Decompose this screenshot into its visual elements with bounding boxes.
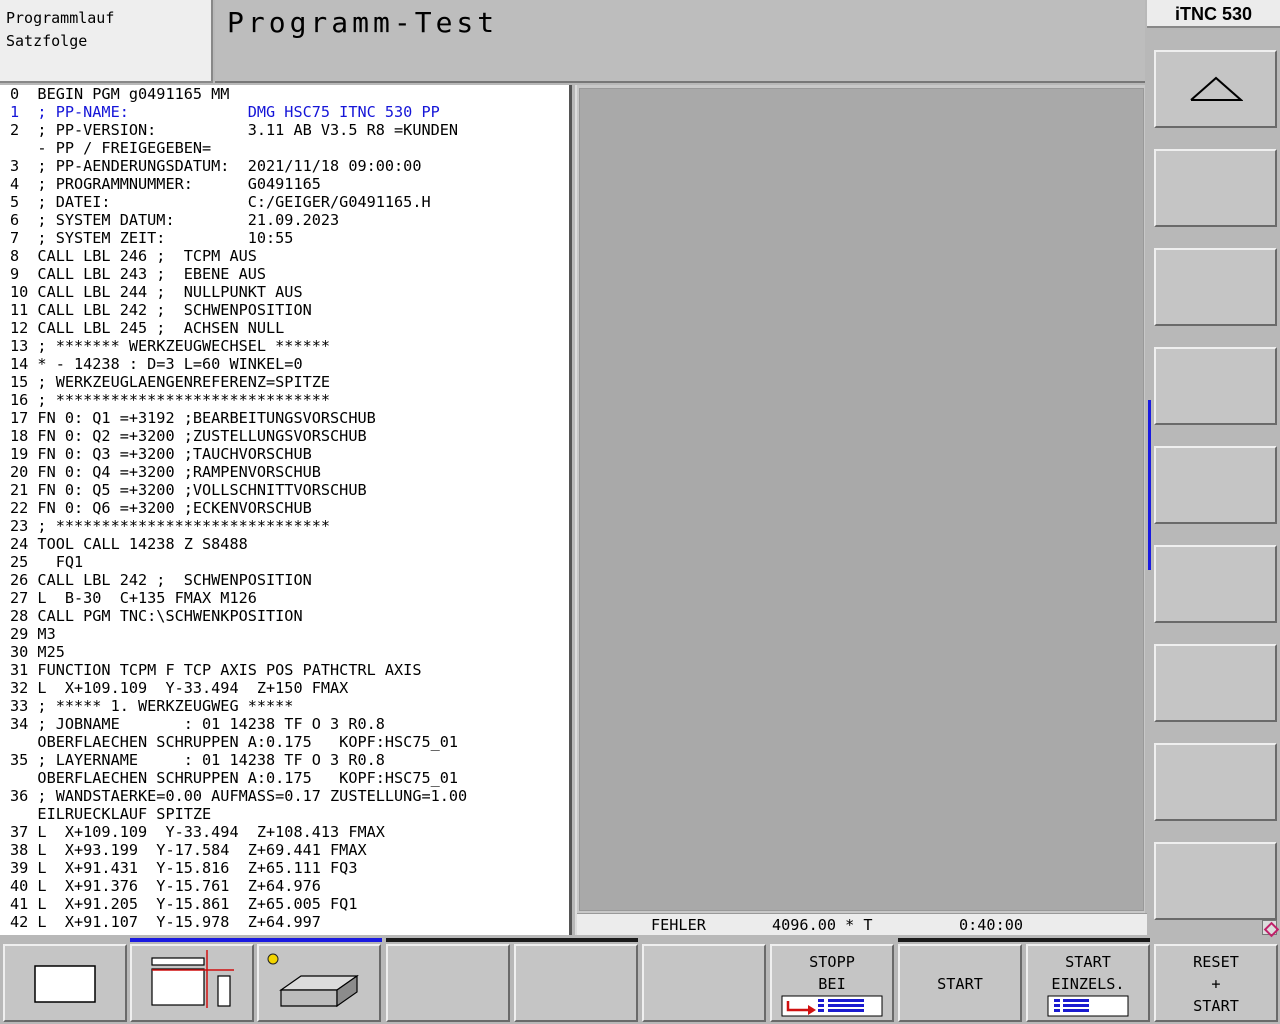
vertical-softkey-column: [1147, 28, 1280, 938]
status-value: 4096.00 * T: [772, 916, 873, 934]
program-line[interactable]: 35 ; LAYERNAME : 01 14238 TF O 3 R0.8: [0, 751, 569, 769]
program-line[interactable]: 28 CALL PGM TNC:\SCHWENKPOSITION: [0, 607, 569, 625]
softkey-empty-3[interactable]: [642, 944, 766, 1022]
program-line[interactable]: 36 ; WANDSTAERKE=0.00 AUFMASS=0.17 ZUSTE…: [0, 787, 569, 805]
start-einzel-label-1: START: [1065, 953, 1111, 971]
page-up-arrow-icon: [1190, 76, 1243, 101]
program-line[interactable]: 23 ; ******************************: [0, 517, 569, 535]
program-line[interactable]: 1 ; PP-NAME: DMG HSC75 ITNC 530 PP: [0, 103, 569, 121]
program-line[interactable]: 17 FN 0: Q1 =+3192 ;BEARBEITUNGSVORSCHUB: [0, 409, 569, 427]
program-line[interactable]: 32 L X+109.109 Y-33.494 Z+150 FMAX: [0, 679, 569, 697]
program-line[interactable]: EILRUECKLAUF SPITZE: [0, 805, 569, 823]
3d-workpiece-icon: [267, 953, 359, 1008]
program-line[interactable]: 3 ; PP-AENDERUNGSDATUM: 2021/11/18 09:00…: [0, 157, 569, 175]
program-line[interactable]: 21 FN 0: Q5 =+3200 ;VOLLSCHNITTVORSCHUB: [0, 481, 569, 499]
program-line[interactable]: 18 FN 0: Q2 =+3200 ;ZUSTELLUNGSVORSCHUB: [0, 427, 569, 445]
program-line[interactable]: 11 CALL LBL 242 ; SCHWENPOSITION: [0, 301, 569, 319]
program-line[interactable]: 27 L B-30 C+135 FMAX M126: [0, 589, 569, 607]
stopp-bei-label-1: STOPP: [809, 953, 855, 971]
stop-at-block-icon: [781, 995, 883, 1017]
program-line[interactable]: 7 ; SYSTEM ZEIT: 10:55: [0, 229, 569, 247]
program-line[interactable]: - PP / FREIGEGEBEN=: [0, 139, 569, 157]
vertical-softkey-7[interactable]: [1154, 644, 1277, 722]
program-line[interactable]: 33 ; ***** 1. WERKZEUGWEG *****: [0, 697, 569, 715]
reset-label-2: +: [1211, 975, 1221, 993]
layout-3d-graphics-softkey[interactable]: [257, 944, 381, 1022]
program-line[interactable]: 29 M3: [0, 625, 569, 643]
program-line[interactable]: 41 L X+91.205 Y-15.861 Z+65.005 FQ1: [0, 895, 569, 913]
program-line[interactable]: 8 CALL LBL 246 ; TCPM AUS: [0, 247, 569, 265]
layout-program-graphics-softkey[interactable]: [130, 944, 254, 1022]
vertical-softkey-3[interactable]: [1154, 248, 1277, 326]
program-line[interactable]: 25 FQ1: [0, 553, 569, 571]
page-title: Programm-Test: [227, 6, 499, 39]
reset-label-3: START: [1193, 997, 1239, 1015]
vertical-softkey-5[interactable]: [1154, 446, 1277, 524]
layout-program-softkey[interactable]: [3, 944, 127, 1022]
title-bar: Programm-Test: [215, 0, 1145, 83]
page-up-softkey[interactable]: [1154, 50, 1277, 128]
vertical-softkey-9[interactable]: [1154, 842, 1277, 920]
program-line[interactable]: 26 CALL LBL 242 ; SCHWENPOSITION: [0, 571, 569, 589]
program-line[interactable]: 14 * - 14238 : D=3 L=60 WINKEL=0: [0, 355, 569, 373]
stopp-bei-label-2: BEI: [818, 975, 846, 993]
program-line[interactable]: 34 ; JOBNAME : 01 14238 TF O 3 R0.8: [0, 715, 569, 733]
program-line[interactable]: 22 FN 0: Q6 =+3200 ;ECKENVORSCHUB: [0, 499, 569, 517]
vertical-softkey-6[interactable]: [1154, 545, 1277, 623]
program-line[interactable]: 40 L X+91.376 Y-15.761 Z+64.976: [0, 877, 569, 895]
status-time: 0:40:00: [959, 916, 1024, 934]
vertical-softkey-8[interactable]: [1154, 743, 1277, 821]
program-line[interactable]: 16 ; ******************************: [0, 391, 569, 409]
brand-label: iTNC 530: [1147, 0, 1280, 28]
selected-layout-stripe: [130, 938, 382, 942]
program-line[interactable]: 39 L X+91.431 Y-15.816 Z+65.111 FQ3: [0, 859, 569, 877]
program-line[interactable]: 13 ; ******* WERKZEUGWECHSEL ******: [0, 337, 569, 355]
program-line[interactable]: 30 M25: [0, 643, 569, 661]
diamond-status-icon: [1262, 920, 1277, 935]
program-line[interactable]: 6 ; SYSTEM DATUM: 21.09.2023: [0, 211, 569, 229]
operating-submode-label: Satzfolge: [6, 32, 88, 50]
start-softkey[interactable]: START: [898, 944, 1022, 1022]
program-line[interactable]: 42 L X+91.107 Y-15.978 Z+64.997: [0, 913, 569, 931]
softkey-group-stripe-2: [898, 938, 1150, 942]
program-line[interactable]: 0 BEGIN PGM g0491165 MM: [0, 85, 569, 103]
program-line[interactable]: 37 L X+109.109 Y-33.494 Z+108.413 FMAX: [0, 823, 569, 841]
program-line[interactable]: 4 ; PROGRAMMNUMMER: G0491165: [0, 175, 569, 193]
softkey-empty-1[interactable]: [386, 944, 510, 1022]
status-error-label: FEHLER: [651, 916, 706, 934]
operating-mode-box: Programmlauf Satzfolge: [0, 0, 213, 83]
single-window-icon: [34, 965, 96, 1003]
stopp-bei-softkey[interactable]: STOPP BEI: [770, 944, 894, 1022]
graphic-panel: FEHLER 4096.00 * T 0:40:00: [575, 85, 1147, 935]
program-line[interactable]: 19 FN 0: Q3 =+3200 ;TAUCHVORSCHUB: [0, 445, 569, 463]
softkey-group-stripe-1: [386, 938, 638, 942]
start-label: START: [937, 975, 983, 993]
program-line[interactable]: OBERFLAECHEN SCHRUPPEN A:0.175 KOPF:HSC7…: [0, 733, 569, 751]
start-einzelsatz-softkey[interactable]: START EINZELS.: [1026, 944, 1150, 1022]
scroll-position-marker: [1148, 400, 1151, 570]
reset-start-softkey[interactable]: RESET + START: [1154, 944, 1278, 1022]
simulation-graphic-area[interactable]: [579, 88, 1144, 911]
single-block-icon: [1047, 995, 1129, 1017]
status-line: FEHLER 4096.00 * T 0:40:00: [577, 913, 1147, 935]
program-line[interactable]: 9 CALL LBL 243 ; EBENE AUS: [0, 265, 569, 283]
program-line[interactable]: 12 CALL LBL 245 ; ACHSEN NULL: [0, 319, 569, 337]
program-line[interactable]: 31 FUNCTION TCPM F TCP AXIS POS PATHCTRL…: [0, 661, 569, 679]
program-line[interactable]: 24 TOOL CALL 14238 Z S8488: [0, 535, 569, 553]
vertical-softkey-4[interactable]: [1154, 347, 1277, 425]
program-graphics-layout-icon: [151, 950, 234, 1008]
softkey-empty-2[interactable]: [514, 944, 638, 1022]
start-einzel-label-2: EINZELS.: [1051, 975, 1125, 993]
reset-label-1: RESET: [1193, 953, 1239, 971]
operating-mode-label: Programmlauf: [6, 9, 115, 27]
vertical-softkey-2[interactable]: [1154, 149, 1277, 227]
program-line[interactable]: OBERFLAECHEN SCHRUPPEN A:0.175 KOPF:HSC7…: [0, 769, 569, 787]
program-line[interactable]: 15 ; WERKZEUGLAENGENREFERENZ=SPITZE: [0, 373, 569, 391]
program-line[interactable]: 5 ; DATEI: C:/GEIGER/G0491165.H: [0, 193, 569, 211]
program-line[interactable]: 2 ; PP-VERSION: 3.11 AB V3.5 R8 =KUNDEN: [0, 121, 569, 139]
program-line[interactable]: 38 L X+93.199 Y-17.584 Z+69.441 FMAX: [0, 841, 569, 859]
program-line[interactable]: 10 CALL LBL 244 ; NULLPUNKT AUS: [0, 283, 569, 301]
program-line[interactable]: 20 FN 0: Q4 =+3200 ;RAMPENVORSCHUB: [0, 463, 569, 481]
program-listing[interactable]: 0 BEGIN PGM g0491165 MM 1 ; PP-NAME: DMG …: [0, 85, 572, 935]
